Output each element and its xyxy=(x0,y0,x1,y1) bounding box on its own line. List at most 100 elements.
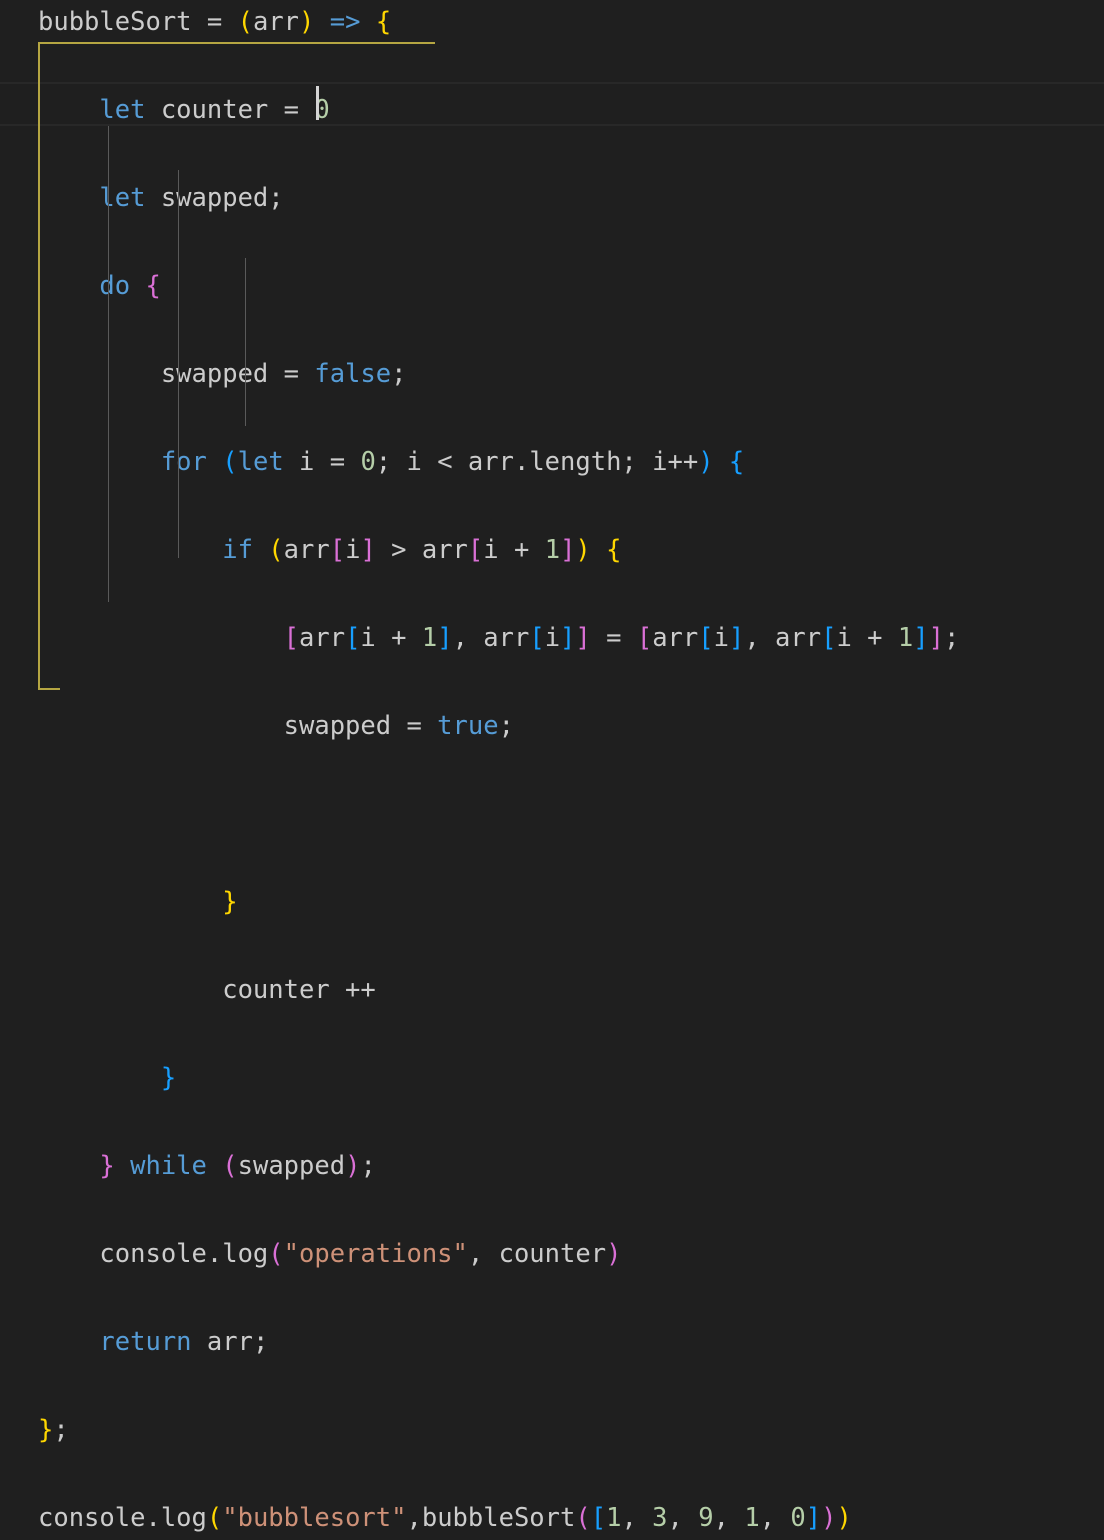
code-token-plain: , arr xyxy=(452,623,530,653)
code-token-number: 0 xyxy=(790,1503,806,1533)
code-token-plain: , arr xyxy=(744,623,822,653)
code-token-br3: [ xyxy=(698,623,714,653)
code-token-plain: i xyxy=(544,623,561,653)
code-line[interactable]: } while (swapped); xyxy=(0,1144,1104,1188)
code-token-br3: ] xyxy=(805,1503,822,1533)
bracket-scope-guide-vertical xyxy=(38,42,40,688)
code-token-br3: ( xyxy=(222,447,238,477)
code-token-string: "operations" xyxy=(283,1239,468,1269)
code-editor[interactable]: bubbleSort = (arr) => { let counter = 0 … xyxy=(0,0,1104,1533)
code-line[interactable]: return arr; xyxy=(0,1320,1104,1364)
code-token-br3: [ xyxy=(590,1503,607,1533)
code-token-br2: ( xyxy=(268,1239,284,1269)
code-token-br1: ) xyxy=(836,1503,852,1533)
code-token-plain: counter ++ xyxy=(38,975,376,1005)
indent-guide xyxy=(108,126,109,602)
bracket-scope-guide-bottom xyxy=(38,688,60,690)
code-token-br1: ) xyxy=(299,7,315,37)
code-token-number: 1 xyxy=(606,1503,622,1533)
code-line[interactable]: }; xyxy=(0,1408,1104,1452)
code-token-br1: ( xyxy=(206,1503,223,1533)
code-token-plain: , xyxy=(621,1503,653,1533)
code-line[interactable]: counter ++ xyxy=(0,968,1104,1012)
code-token-number: 1 xyxy=(544,535,561,565)
code-line[interactable]: } xyxy=(0,1056,1104,1100)
code-token-number: 0 xyxy=(360,447,376,477)
code-line[interactable]: [arr[i + 1], arr[i]] = [arr[i], arr[i + … xyxy=(0,616,1104,660)
code-token-br1: ) xyxy=(575,535,591,565)
code-token-plain: , xyxy=(713,1503,745,1533)
code-token-br2: ) xyxy=(345,1151,361,1181)
code-token-plain: i xyxy=(345,535,361,565)
code-token-plain: , counter xyxy=(467,1239,607,1269)
code-line[interactable] xyxy=(0,792,1104,836)
code-line[interactable]: if (arr[i] > arr[i + 1]) { xyxy=(0,528,1104,572)
code-token-br2: ) xyxy=(606,1239,622,1269)
code-token-plain: ; xyxy=(391,359,407,389)
code-token-keyword: let xyxy=(237,447,284,477)
code-line[interactable]: console.log("operations", counter) xyxy=(0,1232,1104,1276)
code-token-plain: > arr xyxy=(375,535,468,565)
text-cursor xyxy=(316,86,319,120)
code-token-br3: ) xyxy=(698,447,714,477)
code-token-plain: ; xyxy=(53,1415,69,1445)
code-token-br2: ( xyxy=(575,1503,591,1533)
code-token-plain: arr xyxy=(652,623,699,653)
code-line[interactable]: swapped = true; xyxy=(0,704,1104,748)
code-token-br2: ] xyxy=(560,535,576,565)
code-token-plain: ; xyxy=(360,1151,376,1181)
code-token-plain: swapped = xyxy=(38,359,315,389)
code-line[interactable]: do { xyxy=(0,264,1104,308)
code-token-plain: , xyxy=(759,1503,791,1533)
code-token-br3: ] xyxy=(437,623,453,653)
code-token-plain: i + xyxy=(360,623,422,653)
code-token-br1: ( xyxy=(237,7,253,37)
code-token-br3: { xyxy=(728,447,745,477)
code-token-plain: arr xyxy=(283,535,330,565)
code-token-number: 1 xyxy=(744,1503,760,1533)
code-token-plain: arr xyxy=(252,7,300,37)
code-token-br3: [ xyxy=(529,623,545,653)
code-line[interactable]: bubbleSort = (arr) => { xyxy=(0,0,1104,44)
code-token-br2: ) xyxy=(821,1503,837,1533)
code-line[interactable]: swapped = false; xyxy=(0,352,1104,396)
code-line[interactable]: for (let i = 0; i < arr.length; i++) { xyxy=(0,440,1104,484)
indent-guide xyxy=(245,258,246,426)
code-token-plain: ; i < arr.length; i++ xyxy=(375,447,699,477)
code-token-br1: } xyxy=(38,887,238,917)
code-token-br2: } xyxy=(38,1151,115,1181)
code-token-br1: ( xyxy=(268,535,284,565)
code-token-plain: swapped xyxy=(237,1151,346,1181)
code-line[interactable]: let counter = 0 xyxy=(0,88,1104,132)
code-token-br3: [ xyxy=(821,623,837,653)
code-line[interactable]: let swapped; xyxy=(0,176,1104,220)
code-token-br2: ] xyxy=(928,623,944,653)
code-token-br2: [ xyxy=(467,535,484,565)
code-token-br3: ] xyxy=(560,623,576,653)
code-token-number: 3 xyxy=(652,1503,668,1533)
code-token-plain: ; xyxy=(943,623,960,653)
code-token-keyword: let xyxy=(38,95,146,125)
code-token-keyword: true xyxy=(437,711,499,741)
code-token-arrow: => xyxy=(329,7,361,37)
code-line[interactable]: console.log("bubblesort",bubbleSort([1, … xyxy=(0,1496,1104,1540)
code-token-plain: arr; xyxy=(191,1327,269,1357)
code-text-surface[interactable]: bubbleSort = (arr) => { let counter = 0 … xyxy=(0,0,1104,1533)
indent-guide xyxy=(178,170,179,558)
code-token-br1: } xyxy=(38,1415,54,1445)
bracket-scope-guide-top xyxy=(38,42,435,44)
code-token-br2: [ xyxy=(329,535,346,565)
code-line[interactable]: } xyxy=(0,880,1104,924)
code-token-keyword: for xyxy=(38,447,207,477)
code-token-number: 9 xyxy=(698,1503,714,1533)
code-token-br2: ] xyxy=(575,623,591,653)
code-token-plain: = xyxy=(590,623,637,653)
code-token-keyword: do xyxy=(38,271,131,301)
